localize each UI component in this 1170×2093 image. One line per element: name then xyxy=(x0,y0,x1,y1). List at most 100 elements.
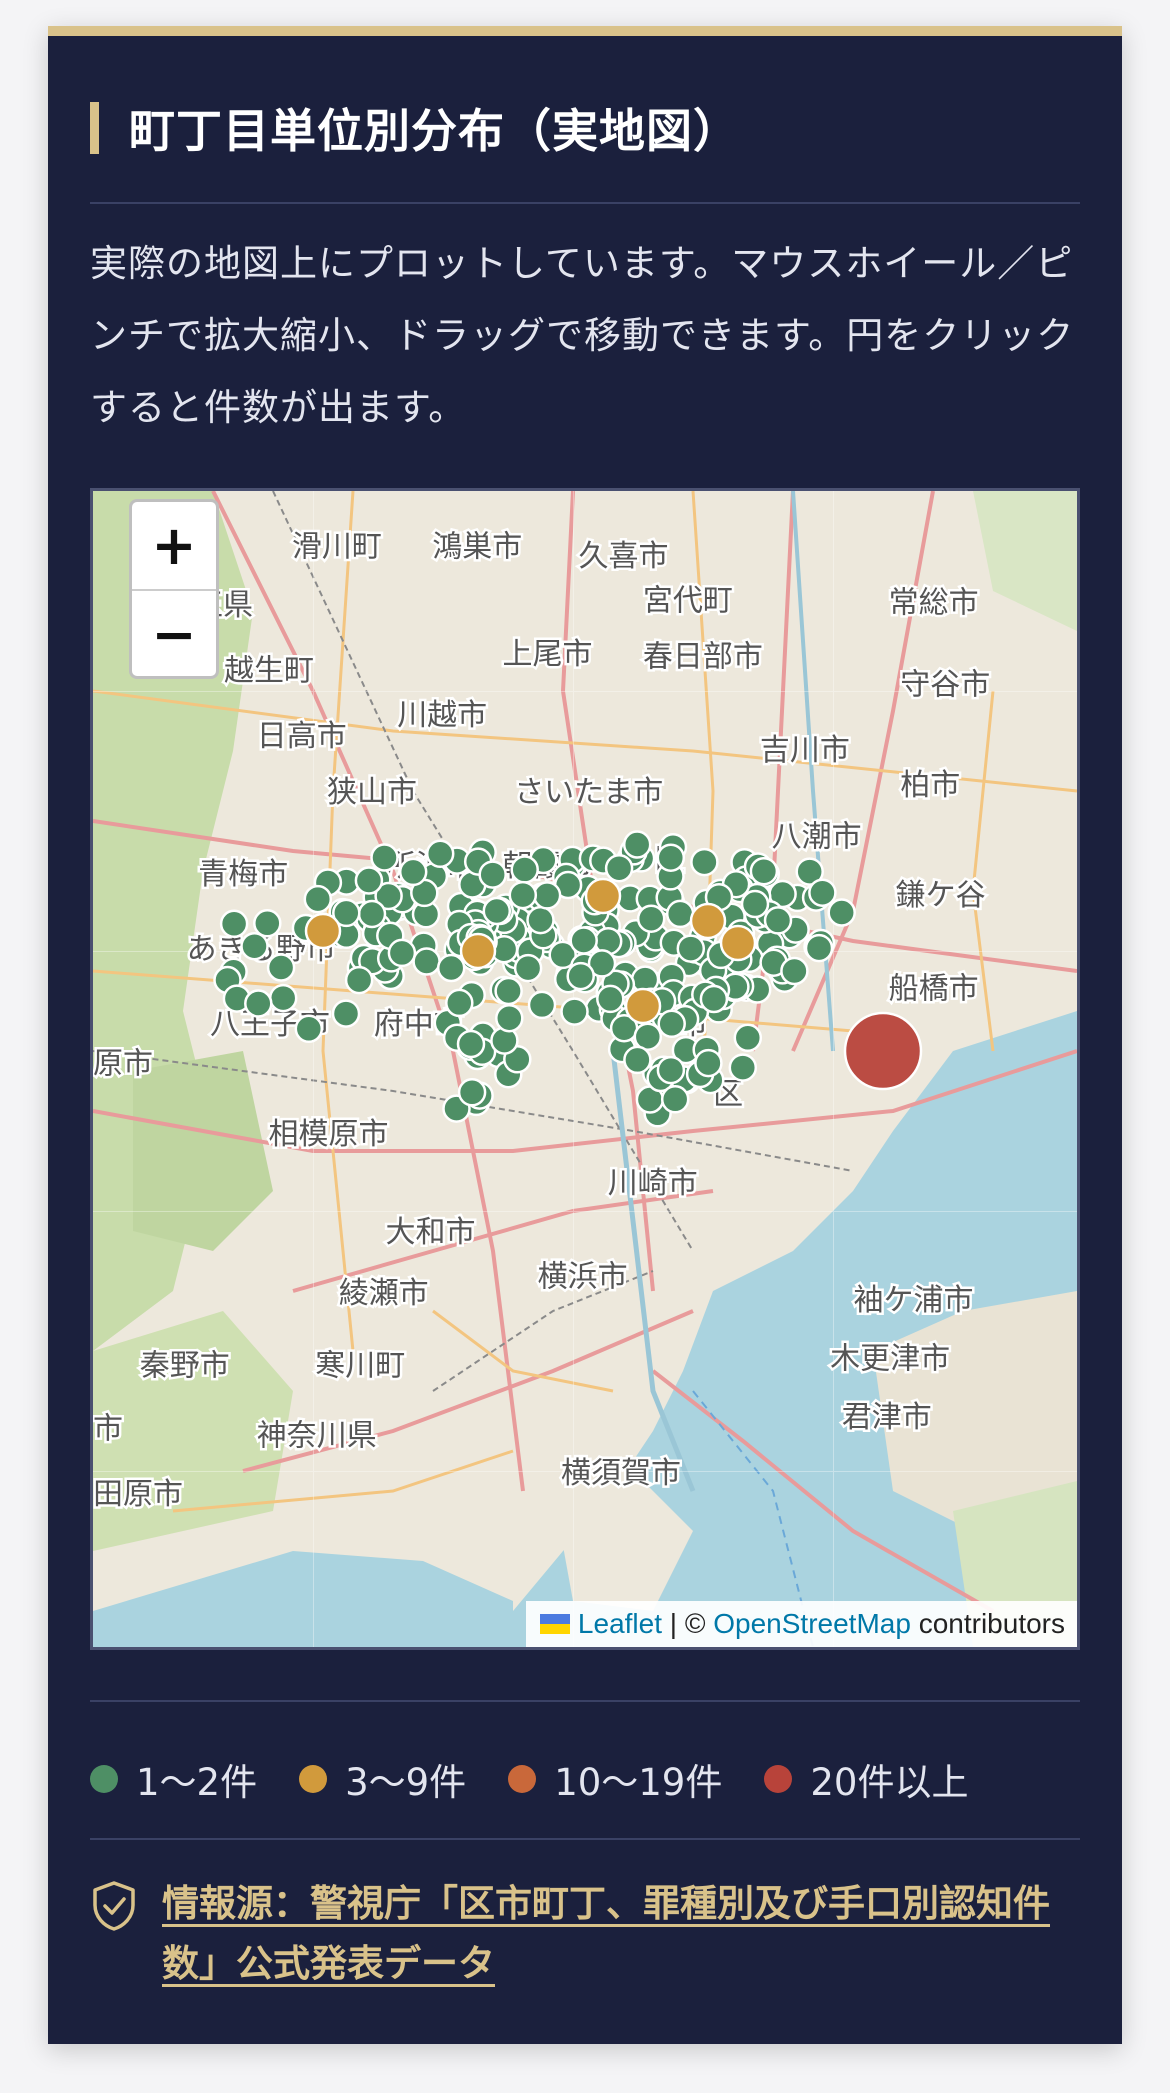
legend-item-3-9: 3〜9件 xyxy=(299,1752,466,1806)
marker-3-9[interactable] xyxy=(304,912,342,950)
place-label: 常総市 xyxy=(889,586,979,621)
marker-1-2[interactable] xyxy=(268,983,298,1013)
marker-1-2[interactable] xyxy=(457,1078,487,1107)
marker-1-2[interactable] xyxy=(623,1045,652,1075)
marker-1-2[interactable] xyxy=(357,899,387,929)
ukraine-flag-icon xyxy=(539,1614,570,1634)
marker-3-9[interactable] xyxy=(624,987,662,1025)
marker-1-2[interactable] xyxy=(482,896,512,926)
marker-1-2[interactable] xyxy=(219,909,249,939)
marker-1-2[interactable] xyxy=(740,889,770,919)
marker-1-2[interactable] xyxy=(398,857,428,887)
zoom-in-button[interactable]: + xyxy=(132,502,216,591)
marker-1-2[interactable] xyxy=(808,878,837,907)
marker-1-2[interactable] xyxy=(622,830,652,859)
marker-1-2[interactable] xyxy=(728,1053,758,1082)
legend-item-20-plus: 20件以上 xyxy=(764,1752,968,1806)
title-row: 町丁目単位別分布（実地図） xyxy=(90,96,740,160)
marker-1-2[interactable] xyxy=(660,1085,690,1114)
marker-1-2[interactable] xyxy=(699,984,729,1014)
marker-1-2[interactable] xyxy=(354,866,384,895)
marker-1-2[interactable] xyxy=(665,899,695,929)
marker-1-2[interactable] xyxy=(513,953,543,983)
marker-1-2[interactable] xyxy=(456,1029,486,1059)
place-label: 綾瀬市 xyxy=(339,1276,429,1311)
marker-3-9[interactable] xyxy=(459,932,497,970)
place-label: 寒川町 xyxy=(315,1348,405,1383)
marker-1-2[interactable] xyxy=(676,934,706,963)
marker-1-2[interactable] xyxy=(253,909,282,938)
legend-dot xyxy=(764,1765,793,1793)
marker-1-2[interactable] xyxy=(656,1055,686,1085)
marker-1-2[interactable] xyxy=(478,860,507,889)
marker-1-2[interactable] xyxy=(344,965,374,995)
source-link[interactable]: 情報源：警視庁「区市町丁、罪種別及び手口別認知件数」公式発表データ xyxy=(162,1874,1082,1994)
map-attribution: Leaflet | © OpenStreetMap contributors xyxy=(525,1601,1077,1647)
marker-1-2[interactable] xyxy=(527,990,557,1020)
marker-1-2[interactable] xyxy=(780,956,809,986)
attribution-separator: | © xyxy=(662,1608,714,1639)
marker-1-2[interactable] xyxy=(294,1014,324,1044)
place-label: 横須賀市 xyxy=(561,1456,681,1491)
marker-1-2[interactable] xyxy=(445,988,474,1018)
marker-1-2[interactable] xyxy=(370,843,399,872)
place-label: 大和市 xyxy=(386,1215,476,1250)
marker-1-2[interactable] xyxy=(532,881,562,910)
attribution-contributors: contributors xyxy=(910,1608,1065,1639)
place-label: 日高市 xyxy=(257,719,347,754)
place-label: 越生町 xyxy=(224,653,314,688)
leaflet-link[interactable]: Leaflet xyxy=(578,1608,662,1640)
marker-1-2[interactable] xyxy=(636,904,666,933)
marker-1-2[interactable] xyxy=(749,856,779,886)
marker-1-2[interactable] xyxy=(508,880,538,910)
marker-1-2[interactable] xyxy=(303,884,333,914)
marker-1-2[interactable] xyxy=(412,947,441,976)
marker-1-2[interactable] xyxy=(494,976,523,1006)
marker-1-2[interactable] xyxy=(804,933,834,963)
marker-1-2[interactable] xyxy=(425,839,455,869)
map-canvas[interactable]: 滑川町鴻巣市久喜市宮代町常総市埼玉県越生町上尾市春日部市守谷市川越市日高市吉川市… xyxy=(93,491,1077,1647)
marker-1-2[interactable] xyxy=(495,1003,524,1033)
marker-1-2[interactable] xyxy=(526,905,555,935)
place-label: 神奈川県 xyxy=(257,1419,377,1454)
map-container[interactable]: 滑川町鴻巣市久喜市宮代町常総市埼玉県越生町上尾市春日部市守谷市川越市日高市吉川市… xyxy=(90,488,1080,1650)
place-label: 袖ケ浦市 xyxy=(854,1283,974,1318)
marker-3-9[interactable] xyxy=(689,902,727,940)
marker-1-2[interactable] xyxy=(560,997,589,1026)
osm-link[interactable]: OpenStreetMap xyxy=(713,1608,911,1640)
marker-1-2[interactable] xyxy=(331,999,361,1028)
marker-1-2[interactable] xyxy=(510,855,539,884)
legend: 1〜2件 3〜9件 10〜19件 20件以上 xyxy=(90,1752,1010,1806)
place-label: 狭山市 xyxy=(327,775,417,810)
marker-1-2[interactable] xyxy=(827,898,856,927)
marker-1-2[interactable] xyxy=(266,953,296,982)
legend-label: 3〜9件 xyxy=(345,1761,467,1804)
zoom-control: + − xyxy=(129,499,219,679)
marker-1-2[interactable] xyxy=(436,953,466,983)
place-label: 川崎市 xyxy=(608,1166,698,1201)
marker-20-plus[interactable] xyxy=(843,1011,923,1091)
marker-1-2[interactable] xyxy=(656,843,686,872)
zoom-out-button[interactable]: − xyxy=(132,591,216,676)
marker-1-2[interactable] xyxy=(694,1048,723,1078)
page-title: 町丁目単位別分布（実地図） xyxy=(129,104,740,158)
legend-item-1-2: 1〜2件 xyxy=(90,1752,257,1806)
marker-1-2[interactable] xyxy=(657,1009,686,1039)
marker-3-9[interactable] xyxy=(584,877,622,915)
marker-1-2[interactable] xyxy=(569,926,598,955)
marker-1-2[interactable] xyxy=(733,1023,763,1053)
marker-1-2[interactable] xyxy=(604,853,634,883)
marker-1-2[interactable] xyxy=(763,906,793,935)
marker-1-2[interactable] xyxy=(387,938,417,968)
legend-item-10-19: 10〜19件 xyxy=(508,1752,722,1806)
legend-label: 10〜19件 xyxy=(554,1761,723,1804)
marker-1-2[interactable] xyxy=(566,961,595,991)
marker-3-9[interactable] xyxy=(719,924,757,962)
legend-divider-bottom xyxy=(90,1838,1080,1840)
marker-1-2[interactable] xyxy=(596,984,625,1014)
marker-1-2[interactable] xyxy=(244,989,273,1018)
marker-1-2[interactable] xyxy=(690,847,719,877)
place-label: 滑川町 xyxy=(292,529,382,564)
marker-1-2[interactable] xyxy=(240,931,269,961)
place-label: 船橋市 xyxy=(889,972,979,1007)
